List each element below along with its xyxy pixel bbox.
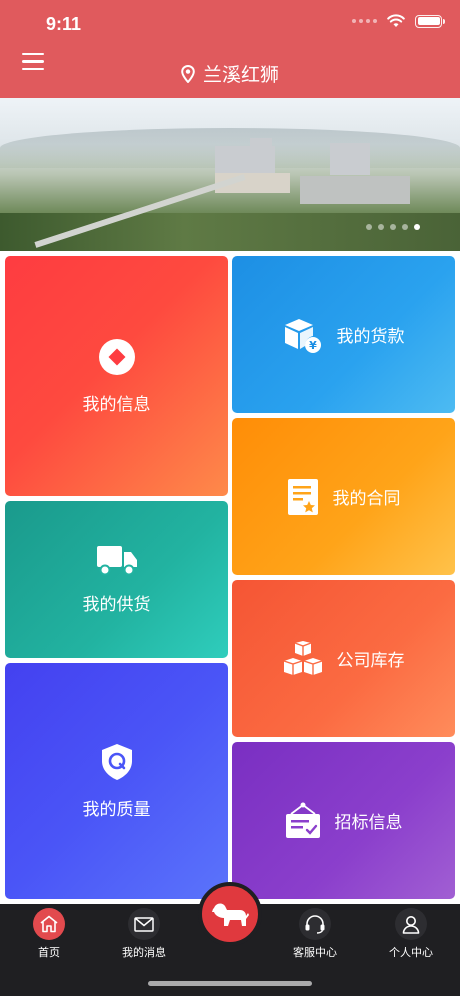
banner-pagination[interactable] — [366, 224, 420, 230]
tile-bid-info[interactable]: 招标信息 — [232, 742, 455, 899]
wifi-icon — [387, 14, 405, 27]
tab-profile[interactable]: 个人中心 — [371, 908, 451, 960]
tab-messages[interactable]: 我的消息 — [104, 908, 184, 960]
banner-dot[interactable] — [390, 224, 396, 230]
bid-sign-icon — [285, 802, 320, 838]
tile-label: 招标信息 — [334, 813, 403, 832]
tile-my-contract[interactable]: 我的合同 — [232, 418, 455, 575]
tile-label: 公司库存 — [336, 651, 405, 670]
truck-icon — [96, 546, 137, 576]
tile-my-quality[interactable]: 我的质量 — [5, 663, 228, 899]
tab-service-label: 客服中心 — [293, 947, 337, 959]
location-pin-icon — [181, 64, 195, 83]
tile-label: 我的质量 — [82, 799, 151, 819]
center-lion-button[interactable] — [198, 882, 262, 946]
home-icon — [33, 908, 65, 940]
signal-icon — [352, 19, 377, 23]
diamond-badge-icon — [98, 338, 135, 375]
tile-company-stock[interactable]: 公司库存 — [232, 580, 455, 737]
banner-building — [250, 138, 272, 163]
tile-label: 我的货款 — [336, 327, 405, 346]
tab-home[interactable]: 首页 — [9, 908, 89, 960]
tab-messages-label: 我的消息 — [122, 947, 166, 959]
home-indicator — [148, 981, 312, 986]
contract-star-icon — [287, 478, 318, 515]
banner-building — [300, 176, 410, 204]
banner-dot[interactable] — [378, 224, 384, 230]
tile-label: 我的信息 — [82, 394, 151, 414]
header: 9:11 兰溪红狮 — [0, 0, 460, 98]
banner-dot[interactable] — [366, 224, 372, 230]
banner-building — [330, 143, 370, 175]
user-icon — [395, 908, 427, 940]
tile-my-info[interactable]: 我的信息 — [5, 256, 228, 496]
shield-q-icon — [101, 743, 132, 780]
tab-home-label: 首页 — [38, 947, 60, 959]
tile-label: 我的合同 — [332, 489, 401, 508]
tab-profile-label: 个人中心 — [389, 947, 433, 959]
tile-my-supply[interactable]: 我的供货 — [5, 501, 228, 658]
banner-dot[interactable] — [402, 224, 408, 230]
banner-dot-active[interactable] — [414, 224, 420, 230]
status-time: 9:11 — [46, 14, 82, 34]
tile-label: 我的供货 — [82, 595, 151, 614]
mail-icon — [128, 908, 160, 940]
status-icons — [352, 14, 445, 28]
lion-icon — [212, 903, 249, 926]
battery-icon — [415, 14, 445, 28]
tile-my-payment[interactable]: ¥ 我的货款 — [232, 256, 455, 413]
location-label: 兰溪红狮 — [202, 65, 279, 86]
box-yen-icon: ¥ — [284, 318, 321, 353]
headset-icon — [299, 908, 331, 940]
location-title: 兰溪红狮 — [0, 60, 460, 87]
svg-text:¥: ¥ — [309, 339, 317, 352]
tab-service[interactable]: 客服中心 — [275, 908, 355, 960]
banner-carousel[interactable] — [0, 98, 460, 251]
boxes-icon — [283, 640, 322, 675]
